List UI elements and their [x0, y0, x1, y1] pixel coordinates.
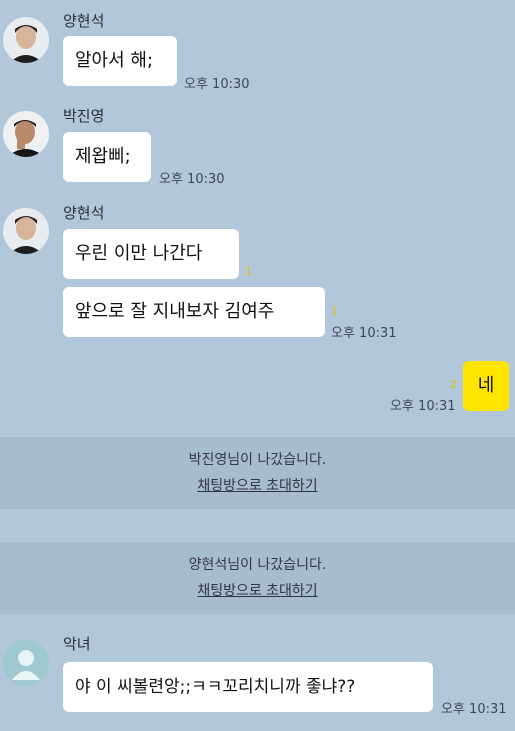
- notice-name: 양현석: [188, 557, 228, 573]
- system-notice: 양현석님이 나갔습니다. 채팅방으로 초대하기: [0, 542, 515, 614]
- message-bubble[interactable]: 알아서 해;: [63, 36, 177, 86]
- message-time: 오후 10:31: [441, 702, 507, 717]
- system-notice: 박진영님이 나갔습니다. 채팅방으로 초대하기: [0, 437, 515, 509]
- message-time: 오후 10:30: [159, 172, 225, 187]
- unread-count: 1: [331, 305, 338, 318]
- invite-link[interactable]: 채팅방으로 초대하기: [197, 580, 317, 600]
- message-time: 오후 10:31: [331, 326, 397, 341]
- notice-name: 박진영: [188, 452, 228, 468]
- notice-text: 양현석님이 나갔습니다.: [0, 554, 515, 574]
- notice-suffix: 님이 나갔습니다.: [227, 452, 327, 468]
- unread-count: 1: [245, 265, 252, 278]
- profile-photo: [3, 208, 49, 254]
- sender-name: 양현석: [63, 12, 105, 30]
- profile-photo: [3, 111, 49, 157]
- sender-name: 양현석: [63, 204, 105, 222]
- avatar-yang-2[interactable]: [3, 208, 49, 254]
- unread-count: 2: [450, 378, 457, 391]
- sender-name: 악녀: [63, 635, 91, 653]
- message-bubble[interactable]: 앞으로 잘 지내보자 김여주: [63, 287, 325, 337]
- message-bubble[interactable]: 야 이 씨볼련앙;;ㅋㅋ꼬리치니까 좋냐??: [63, 662, 433, 712]
- avatar-yang-1[interactable]: [3, 17, 49, 63]
- profile-photo: [3, 17, 49, 63]
- message-time: 오후 10:30: [184, 77, 250, 92]
- avatar-default[interactable]: [3, 640, 49, 686]
- notice-text: 박진영님이 나갔습니다.: [0, 449, 515, 469]
- my-message-bubble[interactable]: 네: [463, 361, 509, 411]
- avatar-park[interactable]: [3, 111, 49, 157]
- message-time: 오후 10:31: [390, 399, 456, 414]
- sender-name: 박진영: [63, 107, 105, 125]
- default-profile-icon: [3, 640, 49, 686]
- message-bubble[interactable]: 제왑삐;: [63, 132, 151, 182]
- message-bubble[interactable]: 우린 이만 나간다: [63, 229, 239, 279]
- notice-suffix: 님이 나갔습니다.: [227, 557, 327, 573]
- invite-link[interactable]: 채팅방으로 초대하기: [197, 475, 317, 495]
